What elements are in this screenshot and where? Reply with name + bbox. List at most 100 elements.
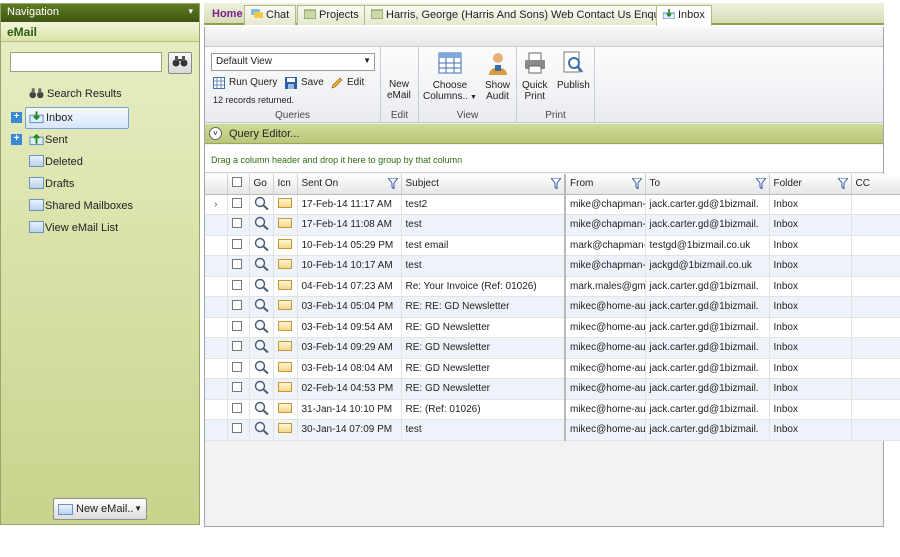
row-checkbox[interactable]: [231, 218, 242, 229]
magnifier-icon[interactable]: [254, 401, 270, 415]
row-select-cell[interactable]: [227, 214, 250, 236]
filter-funnel-icon[interactable]: [631, 178, 642, 189]
tree-item-search-results[interactable]: Search Results: [9, 84, 194, 106]
row-select-cell[interactable]: [227, 358, 250, 379]
column-header-from[interactable]: From: [565, 174, 646, 195]
magnifier-icon[interactable]: [254, 380, 270, 395]
go-cell[interactable]: [249, 255, 274, 277]
expand-inbox-icon[interactable]: +: [11, 112, 22, 123]
go-cell[interactable]: [249, 378, 274, 400]
row-checkbox[interactable]: [231, 382, 242, 393]
magnifier-icon[interactable]: [254, 319, 270, 333]
row-select-cell[interactable]: [227, 255, 250, 277]
view-select[interactable]: Default View ▼: [211, 53, 375, 71]
row-checkbox[interactable]: [231, 238, 242, 249]
column-header-folder[interactable]: Folder: [769, 174, 852, 195]
table-row[interactable]: 04-Feb-14 07:23 AM Re: Your Invoice (Ref:…: [205, 276, 900, 297]
column-header-subject[interactable]: Subject: [401, 174, 566, 195]
select-all-header[interactable]: [227, 174, 250, 195]
binoculars-search-button[interactable]: [168, 52, 192, 74]
tree-item-sent[interactable]: Sent: [9, 130, 194, 152]
column-header-cc[interactable]: CC: [851, 174, 900, 195]
row-select-cell[interactable]: [227, 194, 250, 215]
tree-item-shared-mailboxes[interactable]: Shared Mailboxes: [9, 196, 194, 218]
row-checkbox[interactable]: [231, 259, 242, 270]
table-row[interactable]: 03-Feb-14 09:54 AM RE: GD Newsletter mikec…: [205, 317, 900, 338]
row-checkbox[interactable]: [231, 279, 242, 290]
query-editor-bar[interactable]: ˅ Query Editor...: [205, 124, 883, 144]
magnifier-icon[interactable]: [254, 237, 270, 251]
tree-item-drafts[interactable]: Drafts: [9, 174, 194, 196]
table-row[interactable]: 31-Jan-14 10:10 PM RE: (Ref: 01026) mikec@…: [205, 399, 900, 420]
row-checkbox[interactable]: [231, 320, 242, 331]
go-cell[interactable]: [249, 358, 274, 379]
tree-item-inbox[interactable]: Inbox: [25, 107, 129, 129]
column-header-icn[interactable]: Icn: [273, 174, 298, 195]
table-row[interactable]: 03-Feb-14 08:04 AM RE: GD Newsletter mikec…: [205, 358, 900, 379]
row-select-cell[interactable]: [227, 276, 250, 297]
row-checkbox[interactable]: [231, 197, 242, 208]
run-query-button[interactable]: Run Query: [213, 77, 277, 89]
row-select-cell[interactable]: [227, 399, 250, 420]
column-header-sent-on[interactable]: Sent On: [297, 174, 402, 195]
nav-search-input[interactable]: [10, 52, 162, 72]
new-email-ribbon-button[interactable]: New eMail: [387, 79, 411, 101]
chevron-down-circle-icon[interactable]: ˅: [209, 127, 222, 140]
row-select-cell[interactable]: [227, 317, 250, 338]
magnifier-icon[interactable]: [254, 339, 270, 354]
tab-chat[interactable]: Chat: [244, 5, 297, 25]
dropdown-arrow-icon[interactable]: ▼: [134, 504, 142, 513]
magnifier-icon[interactable]: [254, 216, 270, 231]
tab-enquiry[interactable]: Harris, George (Harris And Sons) Web Con…: [364, 5, 679, 25]
row-checkbox[interactable]: [231, 423, 242, 434]
go-cell[interactable]: [249, 235, 274, 256]
go-cell[interactable]: [249, 419, 274, 441]
magnifier-icon[interactable]: [254, 360, 270, 374]
table-row[interactable]: 10-Feb-14 05:29 PM test email mark@chapman…: [205, 235, 900, 256]
tab-home[interactable]: Home: [206, 5, 249, 25]
table-row[interactable]: 03-Feb-14 09:29 AM RE: GD Newsletter mikec…: [205, 337, 900, 359]
tree-item-deleted[interactable]: Deleted: [9, 152, 194, 174]
tab-inbox[interactable]: Inbox: [656, 5, 712, 26]
row-checkbox[interactable]: [231, 402, 242, 413]
filter-funnel-icon[interactable]: [387, 178, 398, 189]
tree-item-view-email-list[interactable]: View eMail List: [9, 218, 194, 240]
row-select-cell[interactable]: [227, 296, 250, 318]
table-row[interactable]: › 17-Feb-14 11:17 AM test2 mike@chapman-jac…: [205, 194, 900, 215]
go-cell[interactable]: [249, 399, 274, 420]
row-select-cell[interactable]: [227, 419, 250, 441]
magnifier-icon[interactable]: [254, 278, 270, 292]
row-checkbox[interactable]: [231, 341, 242, 352]
edit-query-button[interactable]: Edit: [331, 77, 364, 89]
filter-funnel-icon[interactable]: [755, 178, 766, 189]
magnifier-icon[interactable]: [254, 298, 270, 313]
column-header-go[interactable]: Go: [249, 174, 274, 195]
table-row[interactable]: 17-Feb-14 11:08 AM test mike@chapman-jack.…: [205, 214, 900, 236]
magnifier-icon[interactable]: [254, 257, 270, 272]
new-email-button[interactable]: New eMail.. ▼: [53, 498, 147, 520]
quick-print-button[interactable]: Quick Print: [522, 51, 548, 102]
go-cell[interactable]: [249, 214, 274, 236]
table-row[interactable]: 03-Feb-14 05:04 PM RE: RE: GD Newsletter m…: [205, 296, 900, 318]
go-cell[interactable]: [249, 337, 274, 359]
magnifier-icon[interactable]: [254, 421, 270, 436]
table-row[interactable]: 02-Feb-14 04:53 PM RE: GD Newsletter mikec…: [205, 378, 900, 400]
publish-button[interactable]: Publish: [557, 51, 590, 91]
select-all-checkbox[interactable]: [231, 177, 242, 188]
filter-funnel-icon[interactable]: [837, 178, 848, 189]
row-select-cell[interactable]: [227, 378, 250, 400]
choose-columns-button[interactable]: Choose Columns.. ▼: [423, 51, 477, 103]
tab-projects[interactable]: Projects: [297, 5, 366, 25]
table-row[interactable]: 30-Jan-14 07:09 PM test mikec@home-au jack.…: [205, 419, 900, 441]
magnifier-icon[interactable]: [254, 196, 270, 210]
group-by-drop-area[interactable]: Drag a column header and drop it here to…: [205, 145, 883, 173]
go-cell[interactable]: [249, 317, 274, 338]
collapse-chevron-icon[interactable]: ▾: [188, 6, 193, 17]
go-cell[interactable]: [249, 296, 274, 318]
column-header-to[interactable]: To: [645, 174, 770, 195]
table-row[interactable]: 10-Feb-14 10:17 AM test mike@chapman-jackg…: [205, 255, 900, 277]
row-checkbox[interactable]: [231, 361, 242, 372]
row-checkbox[interactable]: [231, 300, 242, 311]
filter-funnel-icon[interactable]: [551, 178, 561, 189]
go-cell[interactable]: [249, 194, 274, 215]
